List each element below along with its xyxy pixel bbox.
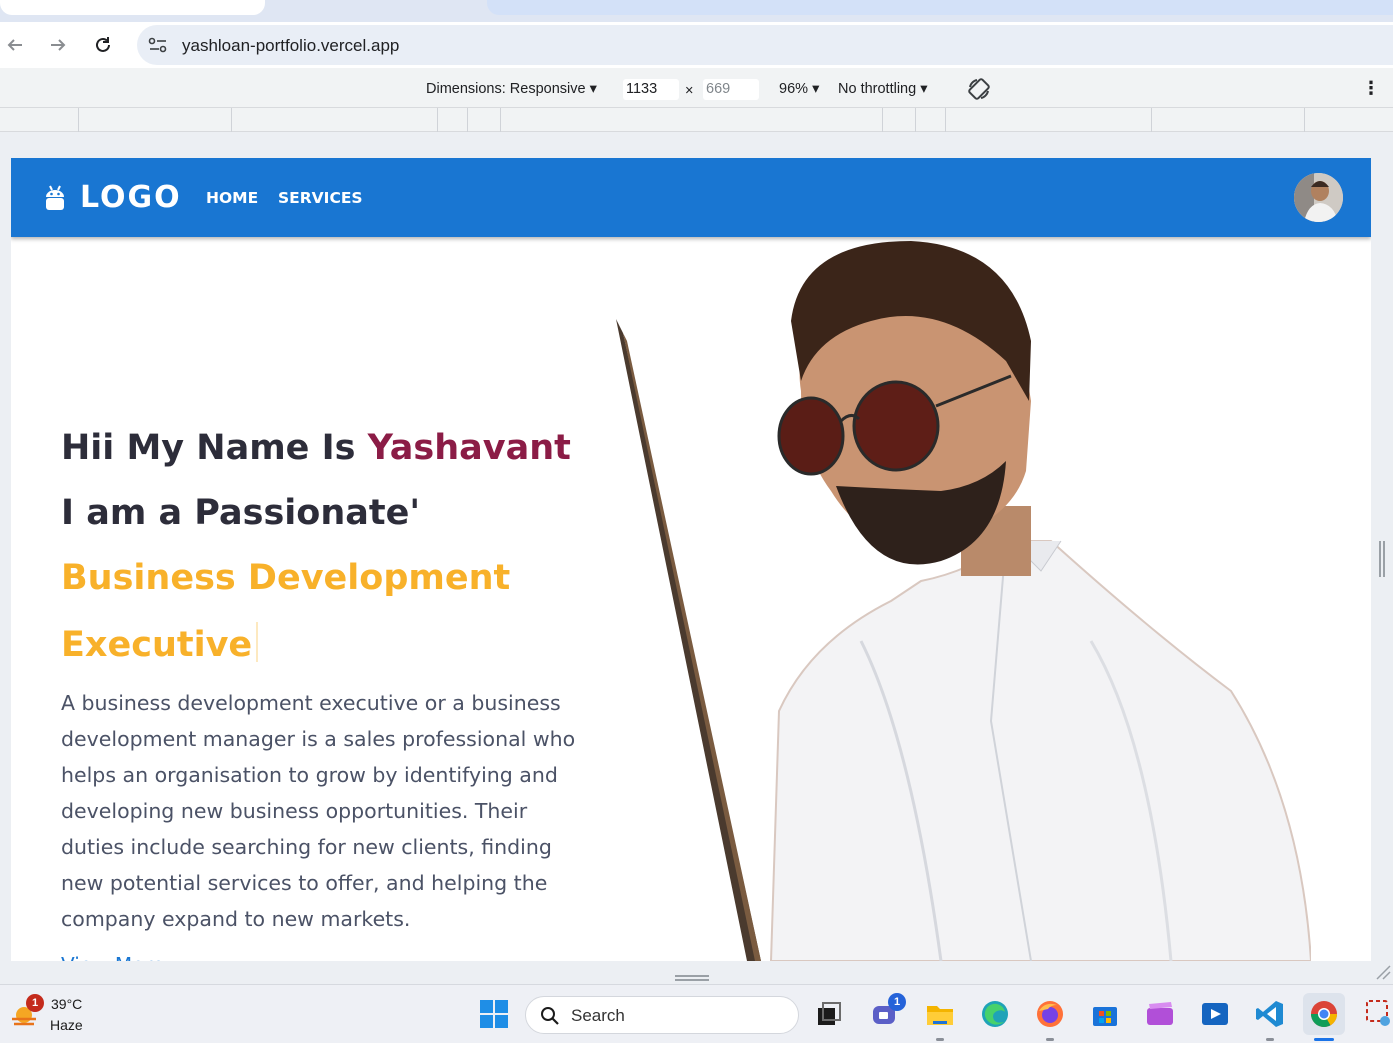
task-view-icon[interactable] [814,999,844,1029]
zoom-dropdown[interactable]: 96% ▾ [779,81,819,97]
taskbar: 1 39°C Haze Search 1 [0,984,1393,1043]
forward-icon[interactable] [45,32,71,58]
height-input[interactable]: 669 [703,79,759,100]
start-icon[interactable] [479,999,509,1029]
hero-role-line1: Business Development [61,558,511,598]
ruler-tick [1151,108,1152,132]
ruler-tick [945,108,946,132]
teams-icon[interactable]: 1 [870,993,906,1029]
more-options-icon[interactable]: ⋮ [1362,78,1380,99]
ruler-tick [231,108,232,132]
corner-resize-icon[interactable] [1375,964,1391,985]
teams-badge: 1 [888,993,906,1011]
nav-home[interactable]: HOME [206,189,258,207]
browser-toolbar: yashloan-portfolio.vercel.app [0,22,1393,68]
portfolio-page: LOGO HOME SERVICES Hii My Name Is Yashav… [11,158,1371,961]
search-icon [540,1006,560,1031]
reload-icon[interactable] [90,32,116,58]
hero-description: A business development executive or a bu… [61,691,576,931]
hero-greeting: Hii My Name Is [61,428,368,468]
clipchamp-icon[interactable] [1145,999,1175,1029]
running-indicator [1046,1038,1054,1041]
tab-strip [0,0,1393,22]
hero-role-line2: Executive [61,622,259,665]
ruler-tick [915,108,916,132]
site-logo[interactable]: LOGO [80,180,182,215]
viewport-resize-handle[interactable] [675,969,709,981]
ruler-tick [467,108,468,132]
inactive-tab[interactable] [487,0,1393,15]
hero-role-text: Executive [61,625,253,665]
android-logo-icon [44,184,66,212]
site-settings-icon[interactable] [147,35,169,55]
firefox-icon[interactable] [1035,999,1065,1029]
profile-photo [611,241,1313,961]
weather-badge: 1 [26,994,44,1012]
weather-condition: Haze [50,1017,83,1033]
device-toolbar: Dimensions: Responsive ▾ 1133 × 669 96% … [0,68,1393,108]
times-symbol: × [685,83,694,99]
nav-services[interactable]: SERVICES [278,189,363,207]
dropdown-arrow-icon: ▾ [589,81,597,97]
width-input[interactable]: 1133 [623,79,679,100]
weather-temperature: 39°C [51,996,83,1012]
back-icon[interactable] [2,32,28,58]
dropdown-arrow-icon: ▾ [812,81,820,97]
hero-heading-line2: I am a Passionate' [61,493,421,533]
dimensions-dropdown[interactable]: Dimensions: Responsive ▾ [426,81,597,97]
ruler-tick [437,108,438,132]
active-indicator [1314,1038,1334,1041]
rotate-icon[interactable] [967,77,991,105]
viewport-resize-handle-right[interactable] [1378,541,1386,577]
view-more-link[interactable]: View More [61,953,164,961]
active-tab[interactable] [0,0,265,15]
dropdown-arrow-icon: ▾ [920,81,928,97]
hero-name: Yashavant [367,428,571,468]
address-bar[interactable]: yashloan-portfolio.vercel.app [137,25,1393,65]
running-indicator [936,1038,944,1041]
site-navbar: LOGO HOME SERVICES [11,158,1371,237]
file-explorer-icon[interactable] [925,999,955,1029]
taskbar-search[interactable]: Search [525,996,799,1034]
typing-cursor [256,622,259,662]
search-label: Search [571,1006,625,1025]
throttling-dropdown[interactable]: No throttling ▾ [838,81,928,97]
media-query-ruler [0,108,1393,132]
running-indicator [1266,1038,1274,1041]
ruler-tick [500,108,501,132]
zoom-label: 96% [779,81,809,97]
weather-widget[interactable]: 1 39°C Haze [8,993,128,1037]
hero-heading-line1: Hii My Name Is Yashavant [61,428,571,468]
dimensions-label: Dimensions: Responsive [426,81,586,97]
store-icon[interactable] [1090,999,1120,1029]
media-player-icon[interactable] [1200,999,1230,1029]
ruler-tick [1304,108,1305,132]
avatar[interactable] [1294,173,1343,222]
ruler-tick [882,108,883,132]
edge-icon[interactable] [980,999,1010,1029]
throttling-label: No throttling [838,81,917,97]
snipping-tool-icon[interactable] [1365,999,1393,1029]
ruler-tick [78,108,79,132]
chrome-icon[interactable] [1303,993,1345,1035]
vscode-icon[interactable] [1255,999,1285,1029]
url-text[interactable]: yashloan-portfolio.vercel.app [182,36,399,56]
